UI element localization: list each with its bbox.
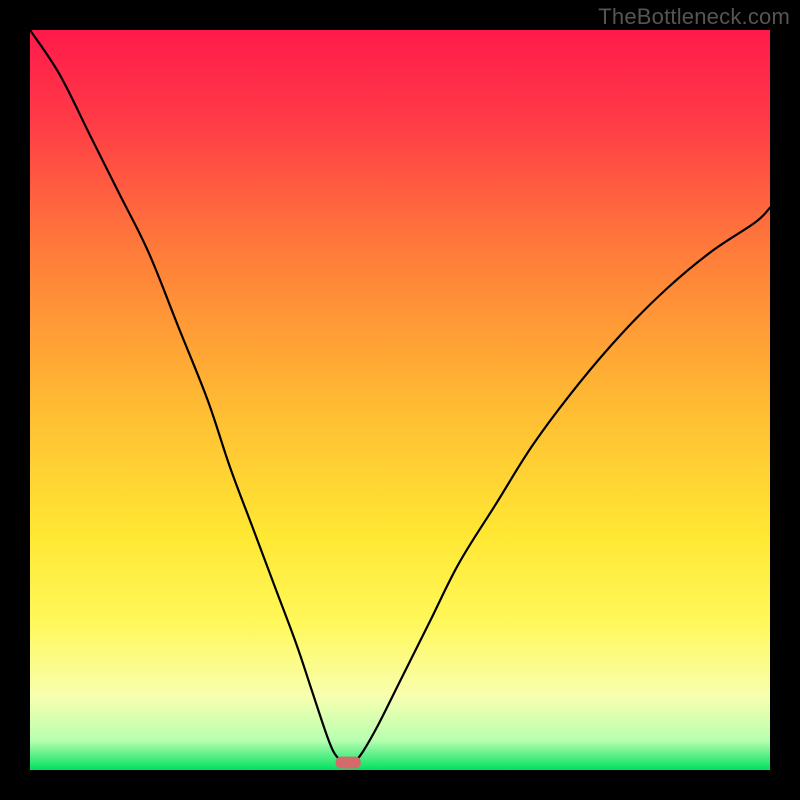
bottleneck-marker [336,757,361,769]
watermark-text: TheBottleneck.com [598,4,790,30]
background-gradient [30,30,770,770]
chart-frame: TheBottleneck.com [0,0,800,800]
plot-area [30,30,770,770]
chart-svg [30,30,770,770]
